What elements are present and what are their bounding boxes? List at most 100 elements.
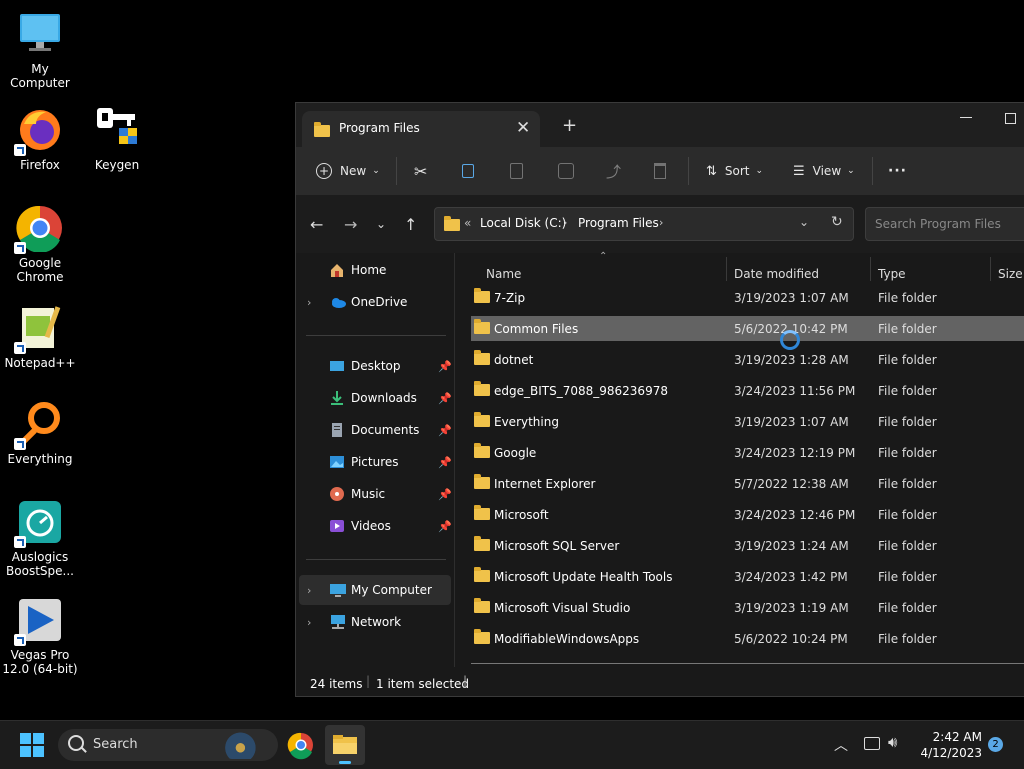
- pin-icon[interactable]: 📌: [438, 488, 452, 501]
- file-explorer-window[interactable]: Program Files ✕ + + New ⌄ ✂ ⤴ ⇅ Sort ⌄ ☰…: [295, 102, 1024, 697]
- taskbar-search-label: Search: [93, 737, 138, 752]
- maximize-button[interactable]: [1005, 113, 1016, 124]
- horizontal-scrollbar[interactable]: [471, 663, 1024, 664]
- file-row-selected[interactable]: Common Files 5/6/2022 10:42 PM File folder: [471, 316, 1024, 341]
- address-history-dropdown[interactable]: ⌄: [799, 215, 809, 229]
- new-tab-button[interactable]: +: [562, 115, 577, 136]
- file-type: File folder: [878, 353, 937, 367]
- sidebar-item-label: Network: [351, 615, 402, 629]
- active-app-indicator: [339, 761, 351, 764]
- delete-button[interactable]: [654, 147, 666, 195]
- file-date: 3/19/2023 1:24 AM: [734, 539, 849, 553]
- sidebar-item-label: Downloads: [351, 391, 417, 405]
- search-box[interactable]: Search Program Files: [865, 207, 1024, 241]
- pin-icon[interactable]: 📌: [438, 456, 452, 469]
- share-button[interactable]: ⤴: [606, 147, 621, 195]
- breadcrumb-overflow[interactable]: «: [464, 216, 471, 230]
- sidebar-item-music[interactable]: Music 📌: [296, 479, 454, 509]
- folder-icon: [444, 216, 460, 231]
- close-tab-button[interactable]: ✕: [516, 118, 530, 138]
- clock[interactable]: 2:42 AM 4/12/2023: [912, 729, 982, 761]
- file-row[interactable]: Microsoft Visual Studio 3/19/2023 1:19 AM…: [471, 595, 1024, 620]
- desktop-icon-auslogics[interactable]: Auslogics BoostSpe...: [0, 498, 80, 578]
- recent-locations-button[interactable]: ⌄: [376, 217, 386, 231]
- file-row[interactable]: dotnet 3/19/2023 1:28 AM File folder: [471, 347, 1024, 372]
- file-row[interactable]: Internet Explorer 5/7/2022 12:38 AM File f…: [471, 471, 1024, 496]
- file-type: File folder: [878, 415, 937, 429]
- column-header-date-modified[interactable]: Date modified: [734, 267, 819, 281]
- sidebar-item-label: Pictures: [351, 455, 399, 469]
- copy-button[interactable]: [462, 147, 474, 195]
- copy-icon: [462, 164, 474, 178]
- taskbar-file-explorer[interactable]: [325, 725, 365, 765]
- breadcrumb-local-disk[interactable]: Local Disk (C:): [480, 216, 566, 230]
- desktop-icon-firefox[interactable]: Firefox: [0, 106, 80, 172]
- sidebar-item-network[interactable]: › Network: [296, 607, 454, 637]
- file-name: dotnet: [494, 353, 534, 367]
- desktop-icon-my-computer[interactable]: My Computer: [0, 10, 80, 90]
- pin-icon[interactable]: 📌: [438, 424, 452, 437]
- chevron-right-icon[interactable]: ›: [307, 616, 311, 629]
- breadcrumb-program-files[interactable]: Program Files: [578, 216, 659, 230]
- tab-program-files[interactable]: Program Files ✕: [302, 111, 540, 147]
- search-input[interactable]: Search Program Files: [875, 217, 1001, 231]
- sidebar-item-desktop[interactable]: Desktop 📌: [296, 351, 454, 381]
- taskbar: Search ︿ 🔊︎ 2:42 AM 4/12/2023 2: [0, 720, 1024, 769]
- up-button[interactable]: ↑: [404, 215, 417, 234]
- file-row[interactable]: ModifiableWindowsApps 5/6/2022 10:24 PM Fi…: [471, 626, 1024, 651]
- volume-icon[interactable]: 🔊︎: [888, 733, 897, 751]
- sidebar-item-my-computer[interactable]: › My Computer: [299, 575, 451, 605]
- file-row[interactable]: Everything 3/19/2023 1:07 AM File folder: [471, 409, 1024, 434]
- chevron-right-icon[interactable]: ›: [307, 584, 311, 597]
- file-row[interactable]: Microsoft SQL Server 3/19/2023 1:24 AM Fil…: [471, 533, 1024, 558]
- refresh-icon[interactable]: ↻: [831, 214, 843, 230]
- chevron-up-icon[interactable]: ︿: [834, 735, 848, 755]
- new-button[interactable]: + New ⌄: [316, 147, 380, 195]
- notification-badge[interactable]: 2: [988, 737, 1003, 752]
- desktop-icon-vegas-pro[interactable]: Vegas Pro 12.0 (64-bit): [0, 596, 80, 676]
- pin-icon[interactable]: 📌: [438, 392, 452, 405]
- plus-circle-icon: +: [316, 163, 332, 179]
- address-bar[interactable]: « Local Disk (C:) › Program Files › ⌄ ↻: [434, 207, 854, 241]
- back-button[interactable]: ←: [310, 215, 323, 234]
- column-header-size[interactable]: Size: [998, 267, 1023, 281]
- start-button[interactable]: [20, 733, 44, 757]
- sidebar-item-pictures[interactable]: Pictures 📌: [296, 447, 454, 477]
- paste-button[interactable]: [510, 147, 523, 195]
- more-options-button[interactable]: ···: [888, 147, 907, 195]
- desktop-icon-chrome[interactable]: Google Chrome: [0, 204, 80, 284]
- column-header-name[interactable]: Name: [486, 267, 521, 281]
- taskbar-chrome[interactable]: [281, 725, 321, 765]
- title-bar[interactable]: Program Files ✕ +: [296, 103, 1024, 147]
- file-row[interactable]: 7-Zip 3/19/2023 1:07 AM File folder: [471, 285, 1024, 310]
- file-row[interactable]: Microsoft Update Health Tools 3/24/2023 1…: [471, 564, 1024, 589]
- desktop-icon-keygen[interactable]: Keygen: [77, 106, 157, 172]
- network-status-icon[interactable]: [864, 737, 880, 750]
- view-button[interactable]: ☰ View ⌄: [793, 147, 855, 195]
- forward-button[interactable]: →: [344, 215, 357, 234]
- rename-button[interactable]: [558, 147, 574, 195]
- file-name: Microsoft: [494, 508, 549, 522]
- column-header-type[interactable]: Type: [878, 267, 906, 281]
- chevron-down-icon: ⌄: [755, 166, 764, 176]
- file-row[interactable]: Google 3/24/2023 12:19 PM File folder: [471, 440, 1024, 465]
- sidebar-item-videos[interactable]: Videos 📌: [296, 511, 454, 541]
- taskbar-search-box[interactable]: Search: [58, 729, 278, 761]
- sidebar-item-home[interactable]: Home: [296, 255, 454, 285]
- sidebar-item-downloads[interactable]: Downloads 📌: [296, 383, 454, 413]
- desktop-icon-everything[interactable]: Everything: [0, 400, 80, 466]
- desktop-icon-notepad-plus-plus[interactable]: Notepad++: [0, 304, 80, 370]
- pin-icon[interactable]: 📌: [438, 360, 452, 373]
- pin-icon[interactable]: 📌: [438, 520, 452, 533]
- file-type: File folder: [878, 322, 937, 336]
- sidebar-item-documents[interactable]: Documents 📌: [296, 415, 454, 445]
- sort-button[interactable]: ⇅ Sort ⌄: [706, 147, 763, 195]
- chevron-right-icon[interactable]: ›: [307, 296, 311, 309]
- file-row[interactable]: edge_BITS_7088_986236978 3/24/2023 11:56 …: [471, 378, 1024, 403]
- minimize-button[interactable]: [960, 117, 972, 118]
- sidebar-item-onedrive[interactable]: › OneDrive: [296, 287, 454, 317]
- cut-button[interactable]: ✂: [414, 147, 427, 195]
- folder-icon: [474, 629, 490, 644]
- file-row[interactable]: Microsoft 3/24/2023 12:46 PM File folder: [471, 502, 1024, 527]
- sidebar-item-label: OneDrive: [351, 295, 408, 309]
